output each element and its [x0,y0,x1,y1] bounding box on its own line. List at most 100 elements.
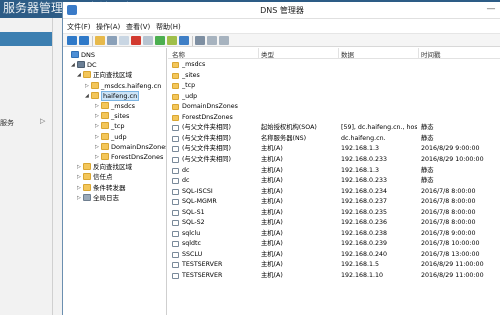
folder-icon [101,132,109,140]
tree-node[interactable]: ◢ haifeng.cn [85,90,140,101]
tree-node-label: _msdcs.haifeng.cn [101,81,162,90]
tree-node[interactable]: ▷ ForestDnsZones [95,152,163,162]
cell-type: 主机(A) [261,187,283,195]
cell-name: SQL-S2 [182,219,205,227]
dns-record-icon [172,135,179,142]
folder-icon [83,163,91,171]
cell-data: 192.168.0.235 [341,208,388,216]
toolbar-separator [92,36,93,46]
menu-action[interactable]: 操作(A) [96,22,120,32]
tree-node[interactable]: ▷ _sites [95,111,129,121]
tree-node[interactable]: ▷ DomainDnsZones [95,142,166,152]
folder-icon [172,104,179,111]
cell-data: 192.168.1.3 [341,145,380,153]
table-row[interactable]: SSCLU 主机(A) 192.168.0.240 2016/7/8 13:00:00 [168,250,500,260]
table-row[interactable]: _tcp [168,81,500,91]
cell-data: 192.168.0.233 [341,155,388,163]
table-row[interactable]: TESTSERVER 主机(A) 192.168.1.10 2016/8/29 11:… [168,271,500,281]
table-row[interactable]: _msdcs [168,60,500,70]
table-row[interactable]: DomainDnsZones [168,102,500,112]
table-row[interactable]: SQL-MGMR 主机(A) 192.168.0.237 2016/7/8 8:00:… [168,197,500,207]
table-row[interactable]: (与父文件夹相同) 主机(A) 192.168.1.3 2016/8/29 9:00:… [168,144,500,154]
copy-icon[interactable] [119,36,129,45]
tree-node-label: 信任点 [93,173,113,182]
cell-data: 192.168.0.237 [341,198,388,206]
background-sidebar-item-label[interactable]: 服务 [0,118,14,128]
back-icon[interactable] [67,36,77,45]
delete-icon[interactable] [131,36,141,45]
records-list: 名称 类型 数据 时间戳 _msdcs _sites _tcp _udp DomainD… [168,48,500,315]
cell-name: _sites [182,71,200,79]
table-row[interactable]: _sites [168,71,500,81]
column-header-type[interactable]: 类型 [261,49,274,59]
dns-record-icon [172,146,179,153]
toolbar [63,33,500,47]
cell-type: 主机(A) [261,155,283,163]
tree-node-label: _msdcs [111,102,136,110]
forward-icon[interactable] [79,36,89,45]
column-divider[interactable] [418,48,419,59]
table-row[interactable]: SQL-S1 主机(A) 192.168.0.235 2016/7/8 8:00:00 [168,208,500,218]
menu-file[interactable]: 文件(F) [67,22,91,32]
column-divider[interactable] [258,48,259,59]
tree-node-label: DNS [81,51,95,59]
cell-ts: 2016/8/29 11:00:00 [421,261,484,269]
column-header-timestamp[interactable]: 时间戳 [421,49,441,59]
table-row[interactable]: SQL-ISCSI 主机(A) 192.168.0.234 2016/7/8 8:00… [168,187,500,197]
table-row[interactable]: _udp [168,92,500,102]
tree-node-label: ForestDnsZones [111,153,164,161]
tree-node[interactable]: ▷ 信任点 [77,172,113,182]
tree-node[interactable]: ▷ 全局日志 [77,193,119,203]
folder-icon [101,153,109,160]
tree-node[interactable]: ▷ 反向查找区域 [77,162,132,172]
show-tree-icon[interactable] [107,36,117,45]
help-icon[interactable] [179,36,189,45]
cell-ts: 2016/7/8 13:00:00 [421,250,480,258]
table-row[interactable]: SQL-S2 主机(A) 192.168.0.236 2016/7/8 8:00:00 [168,218,500,228]
dns-record-icon [172,209,179,216]
column-divider[interactable] [338,48,339,59]
properties-icon[interactable] [143,36,153,45]
cell-data: 192.168.0.234 [341,187,388,195]
table-row[interactable]: TESTSERVER 主机(A) 192.168.1.5 2016/8/29 11:0… [168,260,500,270]
menu-help[interactable]: 帮助(H) [156,22,181,32]
folder-icon [83,183,91,191]
cell-data: [59], dc.haifeng.cn., hos... [341,124,417,132]
export-icon[interactable] [167,36,177,45]
window-title: DNS 管理器 [260,6,304,15]
table-row[interactable]: ForestDnsZones [168,113,500,123]
folder-icon [91,81,99,89]
table-row[interactable]: (与父文件夹相同) 名称服务器(NS) dc.haifeng.cn. 静态 [168,134,500,144]
refresh-icon[interactable] [155,36,165,45]
background-sidebar-selected-item[interactable] [0,32,52,46]
table-row[interactable]: (与父文件夹相同) 主机(A) 192.168.0.233 2016/8/29 10:… [168,155,500,165]
table-row[interactable]: dc 主机(A) 192.168.0.233 静态 [168,176,500,186]
chevron-right-icon[interactable]: ▷ [40,117,45,125]
dns-record-icon [172,262,179,269]
tree-node[interactable]: ▷ _udp [95,132,127,142]
record-icon[interactable] [207,36,217,45]
dns-record-icon [172,220,179,227]
tree-node[interactable]: ▷ _tcp [95,121,125,131]
table-row[interactable]: (与父文件夹相同) 起始授权机构(SOA) [59], dc.haifeng.cn.… [168,123,500,133]
server-icon[interactable] [195,36,205,45]
tree-node[interactable]: ◢ 正向查找区域 [77,70,132,80]
tree-node[interactable]: ▷ _msdcs [95,101,135,111]
cell-type: 主机(A) [261,250,283,258]
table-row[interactable]: dc 主机(A) 192.168.1.3 静态 [168,166,500,176]
list-icon[interactable] [219,36,229,45]
menu-view[interactable]: 查看(V) [126,22,150,32]
table-row[interactable]: sqldtc 主机(A) 192.168.0.239 2016/7/8 10:00:0… [168,239,500,249]
column-header-name[interactable]: 名称 [172,49,185,59]
tree-node[interactable]: ◢ DC [71,60,97,70]
table-row[interactable]: sqlclu 主机(A) 192.168.0.238 2016/7/8 9:00:00 [168,229,500,239]
tree-node[interactable]: ▷ 条件转发器 [77,183,126,193]
column-header-data[interactable]: 数据 [341,49,354,59]
tree-node[interactable]: DNS [65,50,95,60]
window-titlebar[interactable]: DNS 管理器 — [63,2,500,19]
cell-name: TESTSERVER [182,261,223,269]
tree-node[interactable]: ▷ _msdcs.haifeng.cn [85,81,161,91]
minimize-button[interactable]: — [485,4,497,16]
up-folder-icon[interactable] [95,36,105,45]
cell-name: (与父文件夹相同) [182,124,231,132]
